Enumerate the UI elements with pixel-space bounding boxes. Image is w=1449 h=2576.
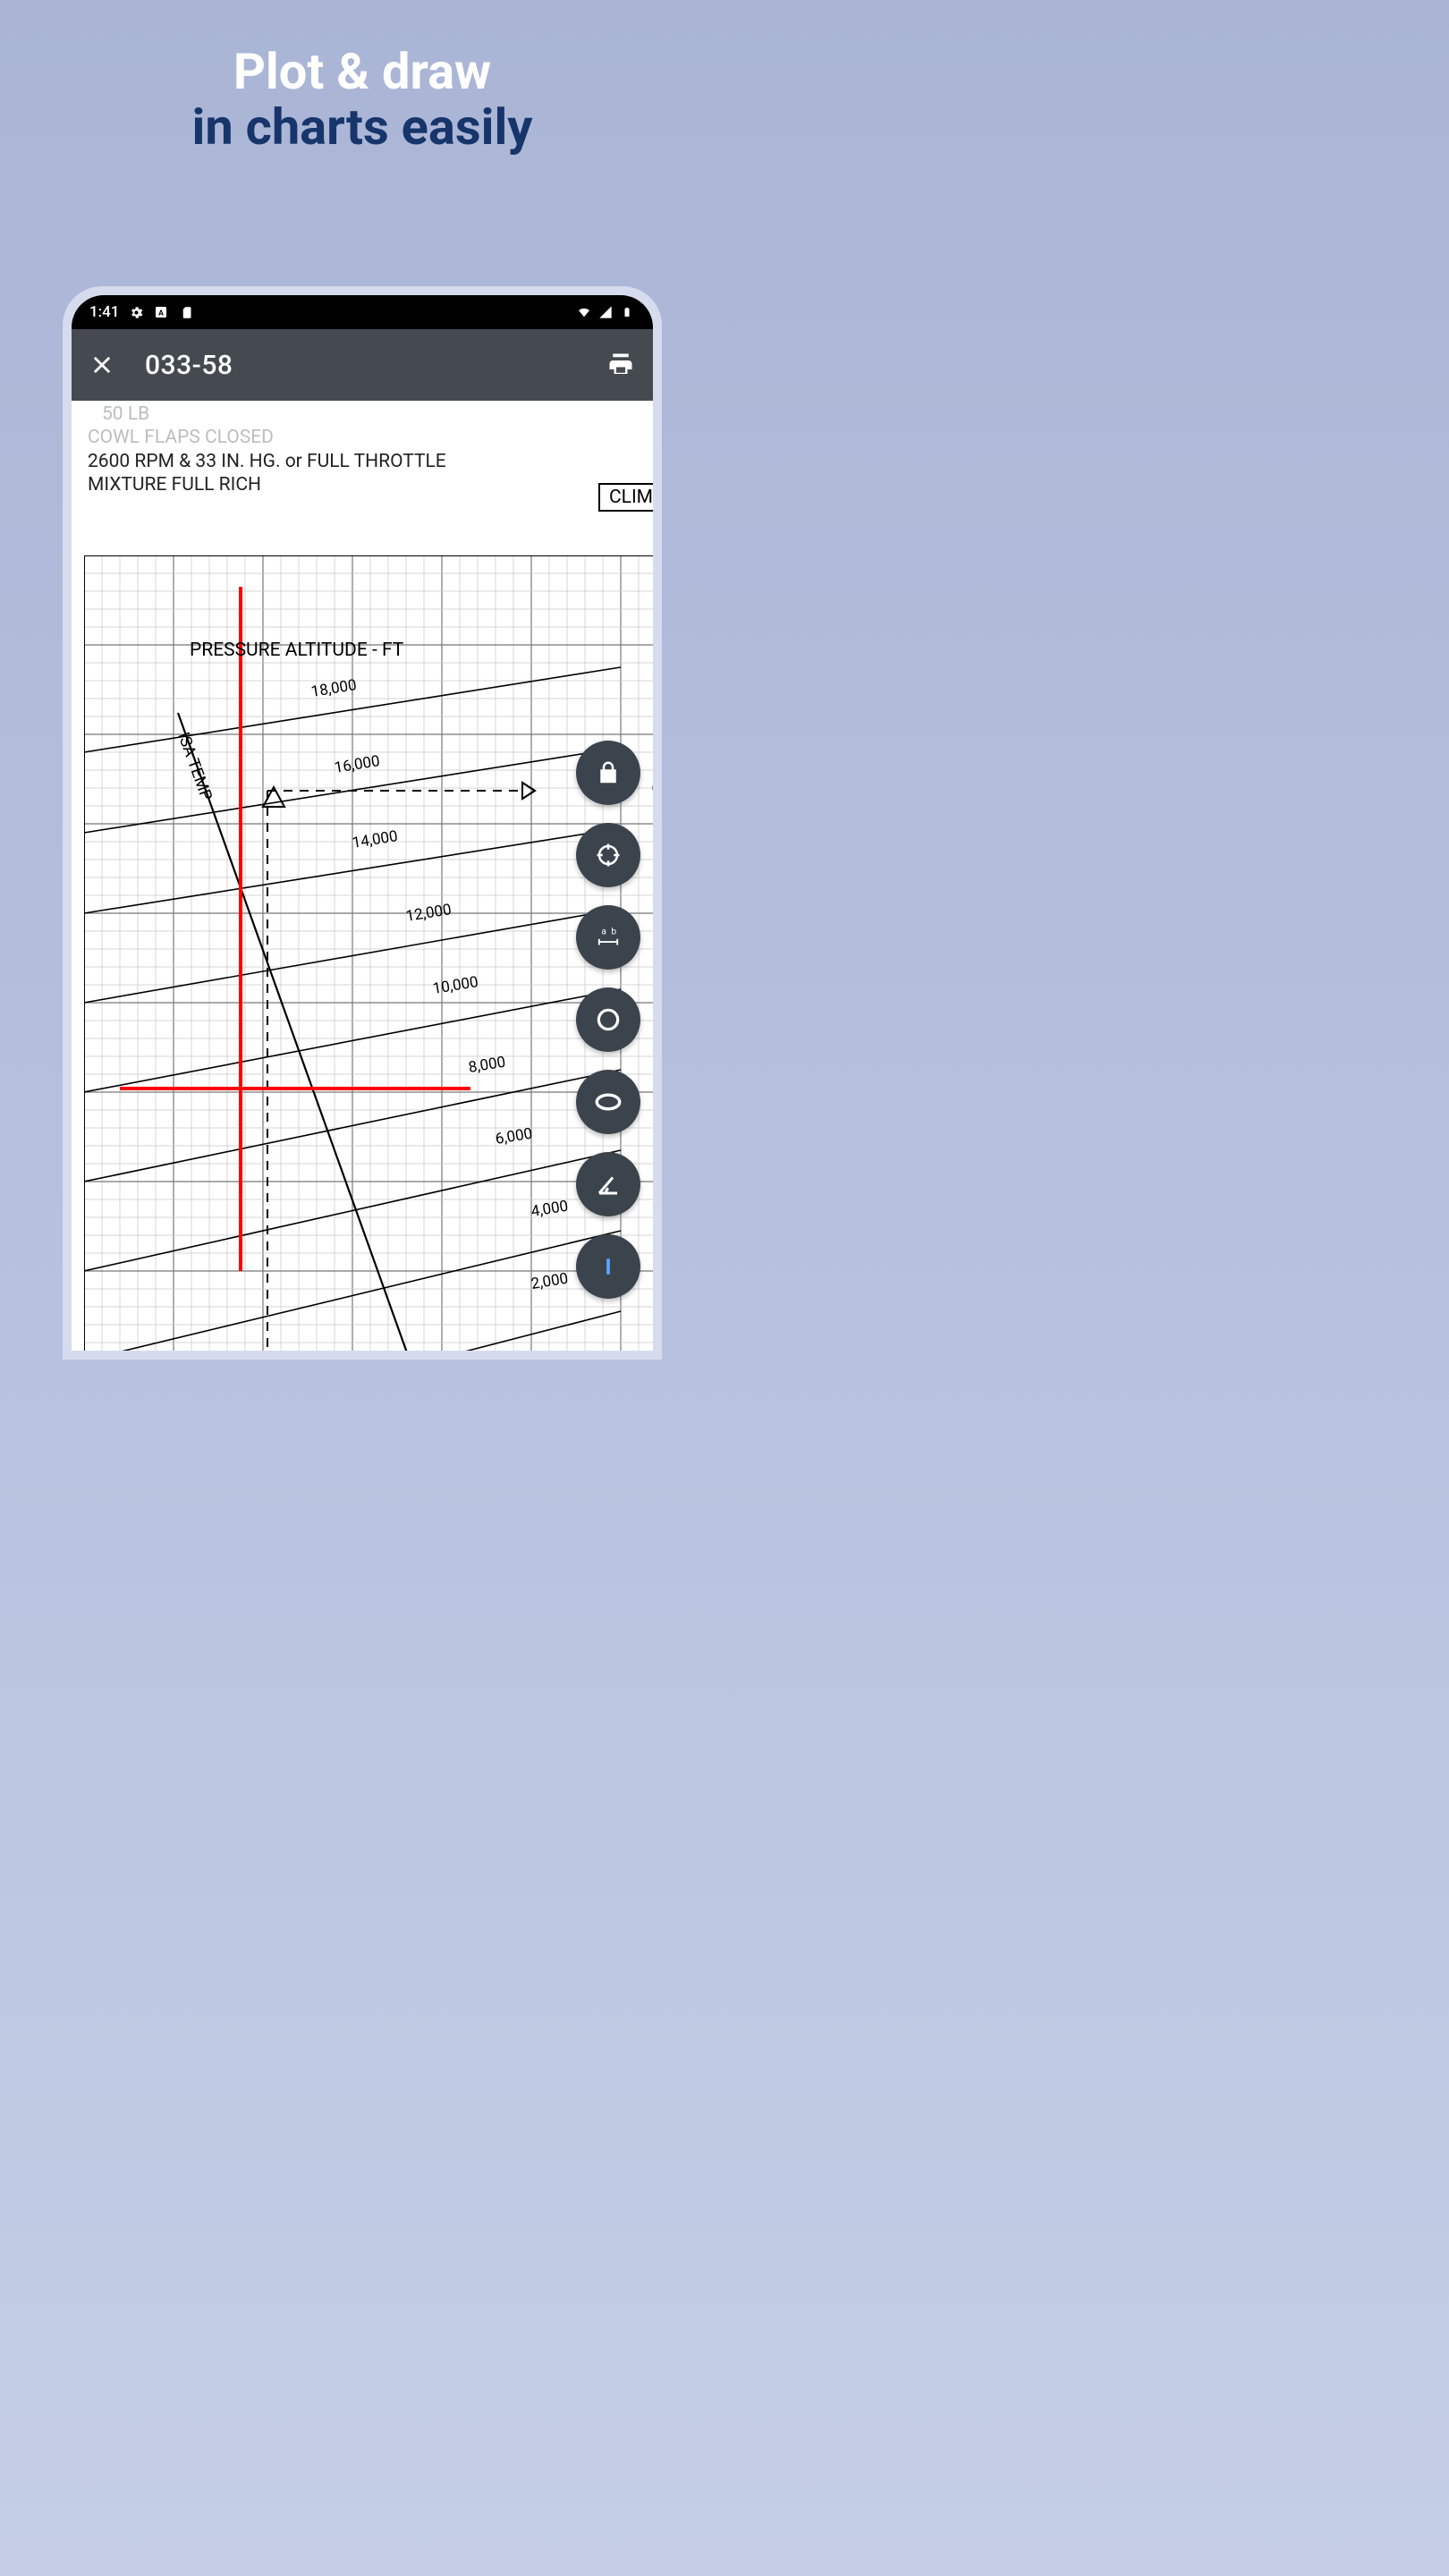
cruise-label: CRUIS (651, 777, 653, 799)
phone-frame: 1:41 A (63, 286, 662, 1360)
page-title: 033-58 (145, 350, 233, 381)
lock-tool-button[interactable] (576, 741, 640, 805)
app-bar: 033-58 (72, 329, 653, 401)
line-tool-button[interactable] (576, 1234, 640, 1299)
wifi-icon (576, 304, 592, 320)
battery-icon (619, 304, 635, 320)
doc-line-faded-2: COWL FLAPS CLOSED (88, 426, 637, 449)
hero-line2: in charts easily (0, 100, 724, 156)
sd-card-icon (178, 304, 194, 320)
document-header: 50 LB COWL FLAPS CLOSED 2600 RPM & 33 IN… (72, 401, 653, 504)
phone-screen: 1:41 A (72, 295, 653, 1351)
ellipse-tool-button[interactable] (576, 1070, 640, 1134)
signal-icon (597, 304, 614, 320)
doc-badge: CLIM (598, 483, 653, 512)
status-right (576, 304, 635, 320)
status-time: 1:41 (89, 303, 119, 321)
status-left: 1:41 A (89, 303, 194, 321)
angle-tool-button[interactable] (576, 1152, 640, 1216)
svg-text:a: a (601, 928, 606, 937)
target-tool-button[interactable] (576, 823, 640, 887)
svg-text:b: b (611, 928, 616, 937)
hero-text: Plot & draw in charts easily (0, 0, 724, 155)
measure-tool-button[interactable]: ab (576, 905, 640, 970)
status-bar: 1:41 A (72, 295, 653, 329)
doc-line-3: 2600 RPM & 33 IN. HG. or FULL THROTTLE (88, 450, 637, 473)
doc-line-4: MIXTURE FULL RICH (88, 473, 637, 496)
chart[interactable]: PRESSURE ALTITUDE - FT ISA TEMP CRUIS 18… (84, 555, 653, 1351)
chart-svg (84, 555, 653, 1351)
print-button[interactable] (605, 349, 637, 381)
app-square-icon: A (153, 304, 169, 320)
tool-column: ab (576, 741, 640, 1299)
svg-text:A: A (159, 309, 165, 318)
hero-line1: Plot & draw (0, 45, 724, 100)
circle-tool-button[interactable] (576, 987, 640, 1052)
close-button[interactable] (86, 349, 118, 381)
doc-line-faded-1: 50 LB (102, 402, 637, 426)
document-area[interactable]: 50 LB COWL FLAPS CLOSED 2600 RPM & 33 IN… (72, 401, 653, 1351)
chart-title: PRESSURE ALTITUDE - FT (190, 640, 403, 661)
gear-icon (128, 304, 144, 320)
